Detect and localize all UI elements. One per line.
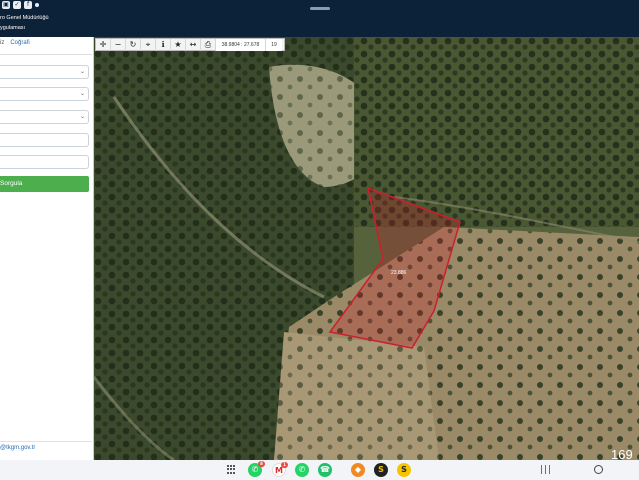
zoom-level: 19	[266, 38, 282, 51]
header-title-line2: ygulaması	[0, 25, 26, 31]
recents-icon[interactable]: |||	[540, 465, 552, 475]
satellite-imagery	[94, 37, 639, 460]
search-panel: iz Coğrafi ⌄ ⌄ ⌄ Sorgula @tkgm.gov.tr	[0, 37, 94, 460]
info-icon[interactable]: ℹ	[156, 38, 171, 51]
district-select[interactable]: ⌄	[0, 87, 89, 101]
chevron-down-icon: ⌄	[79, 68, 85, 75]
chevron-down-icon: ⌄	[79, 90, 85, 97]
status-icons: ▣ ✓ f	[2, 1, 39, 9]
map-view[interactable]	[94, 37, 639, 460]
app-drawer-icon[interactable]	[227, 465, 236, 474]
screenshot-icon: ▣	[2, 1, 10, 9]
dot-icon	[35, 3, 39, 7]
navigation-bar: ✆ 8 M1 ✆ ☎ ◆ S S |||	[0, 460, 639, 480]
refresh-icon[interactable]: ↻	[126, 38, 141, 51]
whatsapp-icon[interactable]: ✆ 8	[248, 461, 265, 477]
province-select[interactable]: ⌄	[0, 65, 89, 79]
measure-icon[interactable]: ↔	[186, 38, 201, 51]
print-icon[interactable]: ⎙	[201, 38, 216, 51]
app-s-icon[interactable]: S	[374, 463, 388, 477]
block-input[interactable]	[0, 133, 89, 147]
notification-badge: 1	[281, 462, 288, 468]
status-bar: ▣ ✓ f	[0, 0, 639, 12]
tab-basic[interactable]: iz	[0, 40, 4, 52]
map-toolbar: ✛ − ↻ ⌖ ℹ ★ ↔ ⎙ 38.9804 : 27.678 19	[95, 38, 285, 51]
header-title-line1: ro Genel Müdürlüğü	[0, 15, 49, 21]
app-s-yellow-icon[interactable]: S	[397, 463, 411, 477]
favorite-star-icon[interactable]: ★	[171, 38, 186, 51]
gmail-icon[interactable]: M1	[272, 462, 288, 477]
facebook-icon: f	[24, 1, 32, 9]
parcel-area-label: 23.886	[391, 270, 407, 276]
clock-overlay: 169	[611, 447, 633, 462]
phone-icon[interactable]: ☎	[318, 463, 332, 477]
divider	[0, 54, 92, 55]
screen: ▣ ✓ f ro Genel Müdürlüğü ygulaması iz Co…	[0, 0, 639, 480]
whatsapp-business-icon[interactable]: ✆	[295, 463, 309, 477]
pan-icon[interactable]: ✛	[96, 38, 111, 51]
panel-tabs: iz Coğrafi	[0, 40, 30, 52]
check-icon: ✓	[13, 1, 21, 9]
chevron-down-icon: ⌄	[79, 113, 85, 120]
app-header: ro Genel Müdürlüğü ygulaması	[0, 12, 639, 37]
contact-email[interactable]: @tkgm.gov.tr	[0, 445, 35, 451]
neighborhood-select[interactable]: ⌄	[0, 110, 89, 124]
app-icon[interactable]: ◆	[351, 463, 365, 477]
drag-handle[interactable]	[310, 7, 330, 10]
divider	[0, 441, 92, 442]
coordinate-readout: 38.9804 : 27.678	[216, 38, 266, 51]
parcel-input[interactable]	[0, 155, 89, 169]
query-button[interactable]: Sorgula	[0, 176, 89, 192]
zoom-out-icon[interactable]: −	[111, 38, 126, 51]
notification-badge: 8	[258, 461, 265, 467]
tab-geographic[interactable]: Coğrafi	[10, 40, 29, 52]
home-icon[interactable]	[594, 465, 603, 474]
locate-icon[interactable]: ⌖	[141, 38, 156, 51]
